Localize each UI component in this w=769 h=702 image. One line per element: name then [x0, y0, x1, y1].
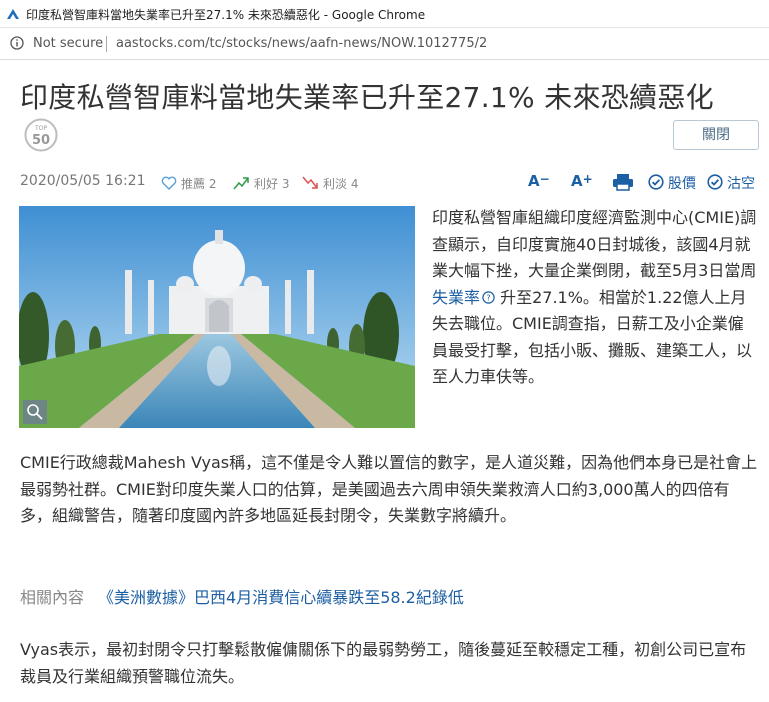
body-paragraph-1: CMIE行政總裁Mahesh Vyas稱，這不僅是令人難以置信的數字，是人道災難… — [20, 453, 758, 525]
short-selling-link[interactable]: 沽空 — [727, 173, 755, 193]
bullish-count: 利好 3 — [254, 176, 290, 191]
stock-quote-link[interactable]: 股價 — [668, 173, 696, 193]
related-article-link[interactable]: 《美洲數據》巴西4月消費信心續暴跌至58.2紀錄低 — [98, 588, 464, 607]
print-icon[interactable] — [612, 173, 634, 191]
address-bar[interactable]: Not secure aastocks.com/tc/stocks/news/a… — [0, 28, 769, 60]
lead-paragraph: 印度私營智庫組織印度經濟監測中心(CMIE)調查顯示，自印度實施40日封城後，該… — [432, 205, 757, 391]
recommend-button[interactable]: 推薦 2 — [161, 174, 216, 192]
help-icon[interactable]: ? — [482, 290, 495, 304]
browser-titlebar: 印度私營智庫料當地失業率已升至27.1% 未來恐續惡化 - Google Chr… — [0, 0, 769, 28]
font-increase-label: A — [571, 172, 583, 190]
lead-text-part1: 印度私營智庫組織印度經濟監測中心(CMIE)調查顯示，自印度實施40日封城後，該… — [432, 208, 757, 280]
url-field[interactable]: aastocks.com/tc/stocks/news/aafn-news/NO… — [116, 36, 487, 51]
security-status[interactable]: Not secure — [33, 36, 103, 51]
divider — [106, 36, 107, 52]
recommend-count: 推薦 2 — [181, 176, 217, 191]
body-paragraph-2: Vyas表示，最初封閉令只打擊鬆散僱傭關係下的最弱勢勞工，隨後蔓延至較穩定工種，… — [20, 640, 747, 686]
publish-datetime: 2020/05/05 16:21 — [20, 173, 146, 189]
check-circle-icon[interactable] — [648, 174, 664, 190]
bullish-button[interactable]: 利好 3 — [232, 174, 289, 192]
top50-badge-icon: TOP 50 — [24, 118, 58, 152]
font-decrease-label: A — [528, 172, 540, 190]
window-title: 印度私營智庫料當地失業率已升至27.1% 未來恐續惡化 - Google Chr… — [26, 8, 426, 22]
font-decrease-button[interactable]: A− — [528, 172, 550, 190]
font-increase-button[interactable]: A+ — [571, 172, 593, 190]
page-title: 印度私營智庫料當地失業率已升至27.1% 未來恐續惡化 — [20, 81, 714, 114]
related-content: 相關內容 《美洲數據》巴西4月消費信心續暴跌至58.2紀錄低 — [20, 584, 464, 608]
taj-mahal-image — [19, 206, 415, 428]
info-icon[interactable] — [10, 36, 24, 50]
article-photo[interactable] — [19, 206, 415, 428]
bearish-count: 利淡 4 — [323, 176, 359, 191]
unemployment-rate-link[interactable]: 失業率 — [432, 288, 480, 307]
badge-top-text: TOP — [34, 125, 47, 132]
related-label: 相關內容 — [20, 588, 85, 607]
aastocks-logo-icon — [7, 9, 19, 19]
check-circle-icon[interactable] — [707, 174, 723, 190]
bearish-button[interactable]: 利淡 4 — [301, 174, 358, 192]
trend-up-icon — [233, 177, 249, 190]
trend-down-icon — [302, 176, 318, 189]
heart-icon — [161, 176, 177, 190]
svg-text:?: ? — [486, 293, 490, 302]
badge-number-text: 50 — [32, 133, 50, 148]
close-button[interactable]: 關閉 — [673, 120, 759, 150]
